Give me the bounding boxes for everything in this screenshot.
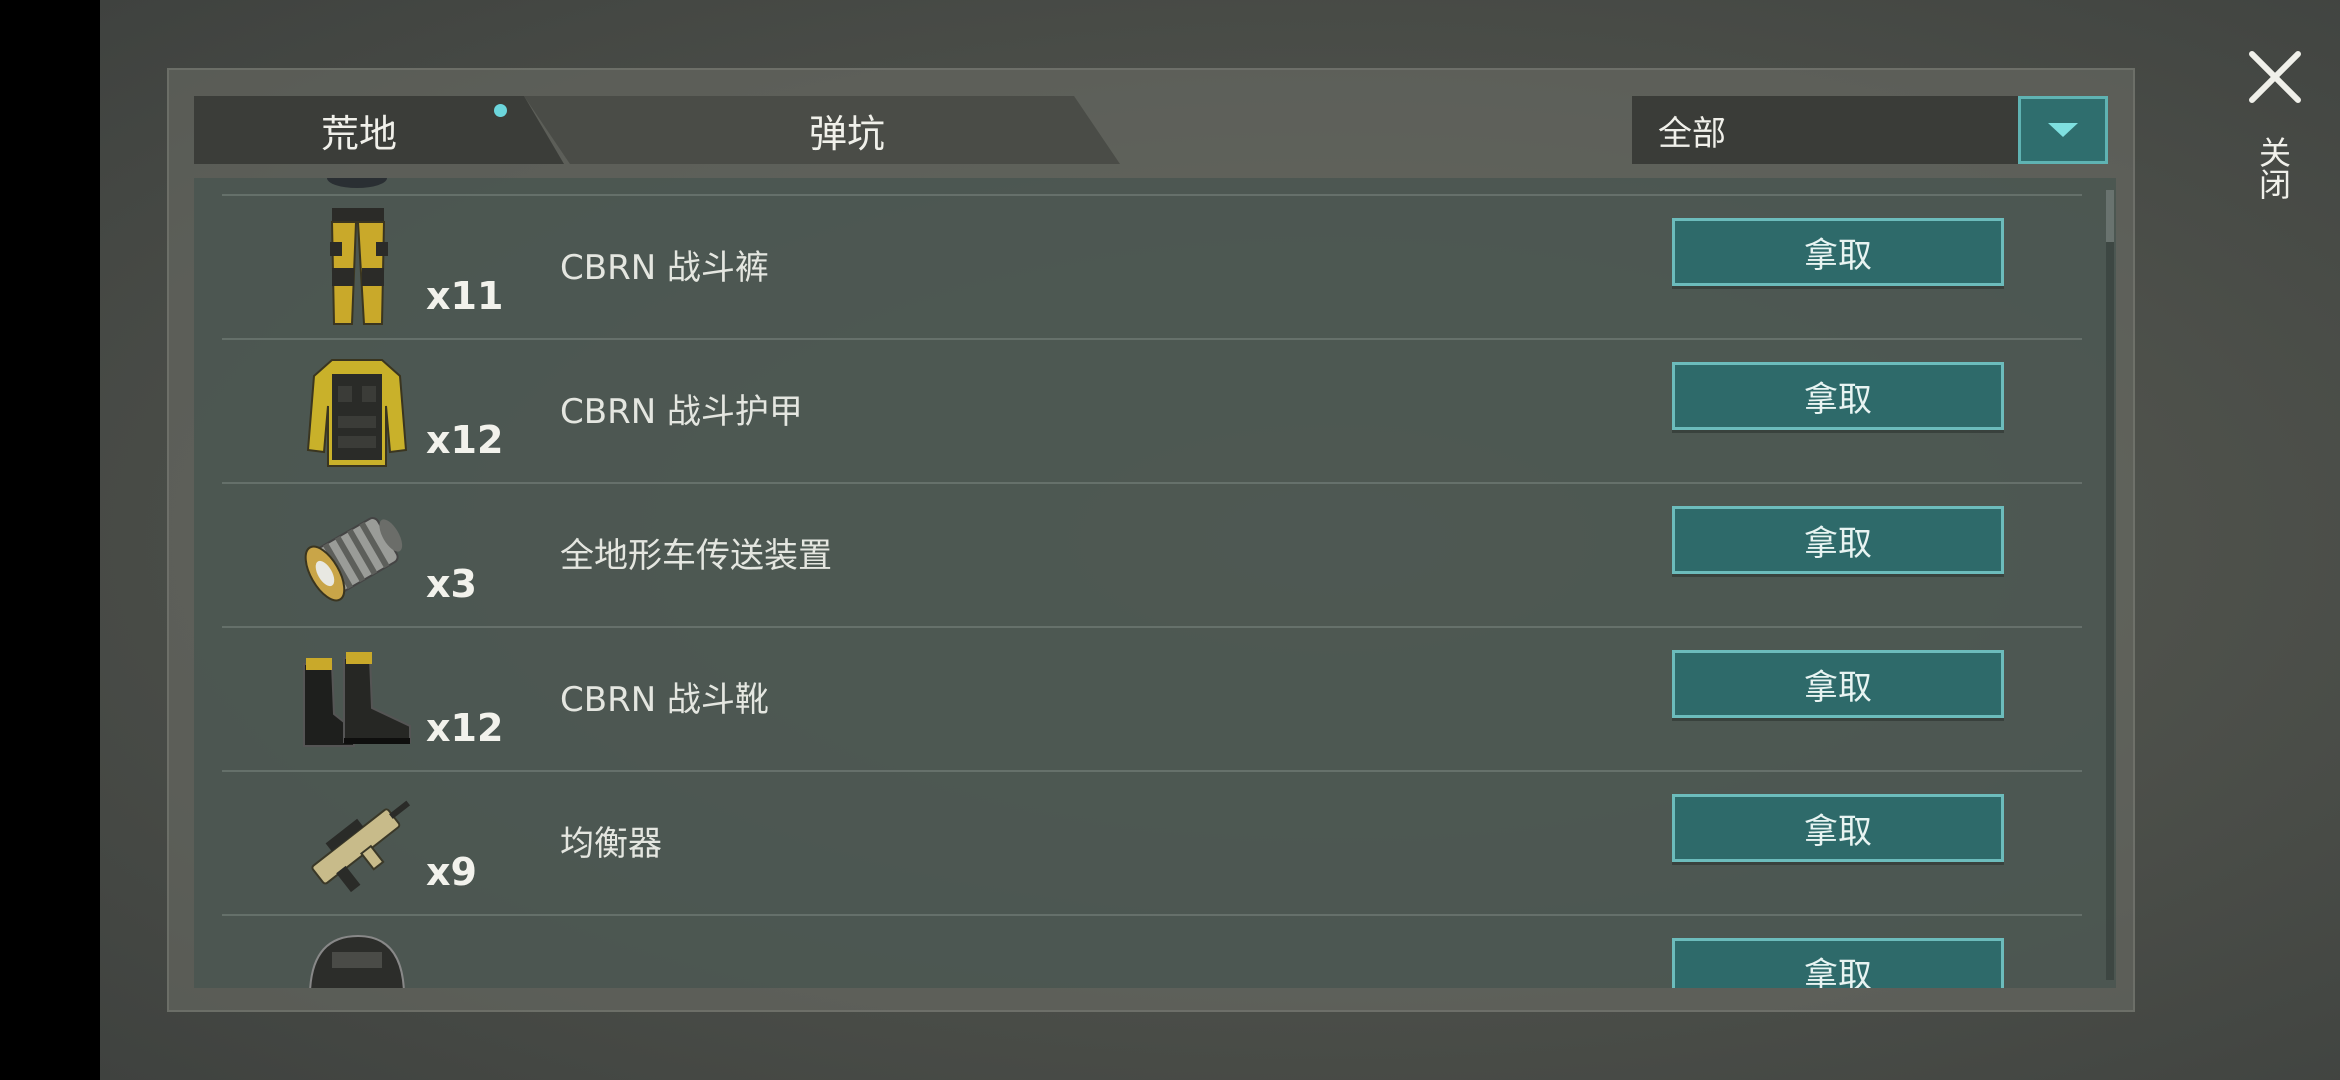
- gear-item-icon: [292, 178, 422, 188]
- take-button[interactable]: 拿取: [1672, 218, 2004, 286]
- take-button[interactable]: 拿取: [1672, 362, 2004, 430]
- take-button[interactable]: 拿取: [1672, 650, 2004, 718]
- teleport-device-icon: [292, 490, 422, 620]
- list-item: 拿取: [222, 916, 2082, 988]
- close-label[interactable]: 关闭: [2254, 136, 2296, 200]
- list-item: x9 均衡器 拿取: [222, 772, 2082, 916]
- dropdown-toggle-button[interactable]: [2018, 96, 2108, 164]
- list-item: x12 CBRN 战斗护甲 拿取: [222, 340, 2082, 484]
- rifle-icon: [292, 778, 422, 908]
- take-button[interactable]: 拿取: [1672, 938, 2004, 988]
- item-name: CBRN 战斗裤: [560, 248, 769, 288]
- chevron-down-icon: [2048, 123, 2078, 137]
- item-quantity: x12: [426, 706, 504, 750]
- scrollbar-track[interactable]: [2106, 190, 2114, 980]
- notification-dot-icon: [494, 104, 507, 117]
- take-button[interactable]: 拿取: [1672, 794, 2004, 862]
- screen: 荒地 弹坑 全部 x11 CBRN 战斗裤 拿取 x12 CBRN 战斗护甲 拿…: [0, 0, 2340, 1080]
- item-quantity: x12: [426, 418, 504, 462]
- list-item: x11 CBRN 战斗裤 拿取: [222, 196, 2082, 340]
- item-quantity: x11: [426, 274, 504, 318]
- list-item: x12 CBRN 战斗靴 拿取: [222, 628, 2082, 772]
- list-item: x3 全地形车传送装置 拿取: [222, 484, 2082, 628]
- tab-label: 荒地: [320, 111, 397, 156]
- scrollbar-thumb[interactable]: [2106, 190, 2114, 242]
- item-name: 均衡器: [560, 824, 662, 864]
- close-icon: [2249, 51, 2301, 103]
- item-name: 全地形车传送装置: [560, 536, 832, 576]
- combat-boots-icon: [292, 634, 422, 764]
- item-quantity: x3: [426, 562, 477, 606]
- yellow-armor-vest-icon: [292, 346, 422, 476]
- item-quantity: x9: [426, 850, 477, 894]
- tab-label: 弹坑: [808, 111, 885, 156]
- item-name: CBRN 战斗护甲: [560, 392, 803, 432]
- tab-crater[interactable]: 弹坑: [524, 96, 1120, 164]
- list-item: [222, 178, 2082, 196]
- tab-wasteland[interactable]: 荒地: [194, 96, 564, 164]
- category-filter-dropdown[interactable]: 全部: [1632, 96, 2108, 164]
- close-button[interactable]: [2246, 48, 2304, 106]
- yellow-pants-icon: [292, 202, 422, 332]
- take-button[interactable]: 拿取: [1672, 506, 2004, 574]
- filter-selected-value: 全部: [1658, 113, 1726, 154]
- item-list[interactable]: x11 CBRN 战斗裤 拿取 x12 CBRN 战斗护甲 拿取 x3 全地形车…: [194, 178, 2116, 988]
- item-name: CBRN 战斗靴: [560, 680, 769, 720]
- helmet-icon: [292, 922, 422, 988]
